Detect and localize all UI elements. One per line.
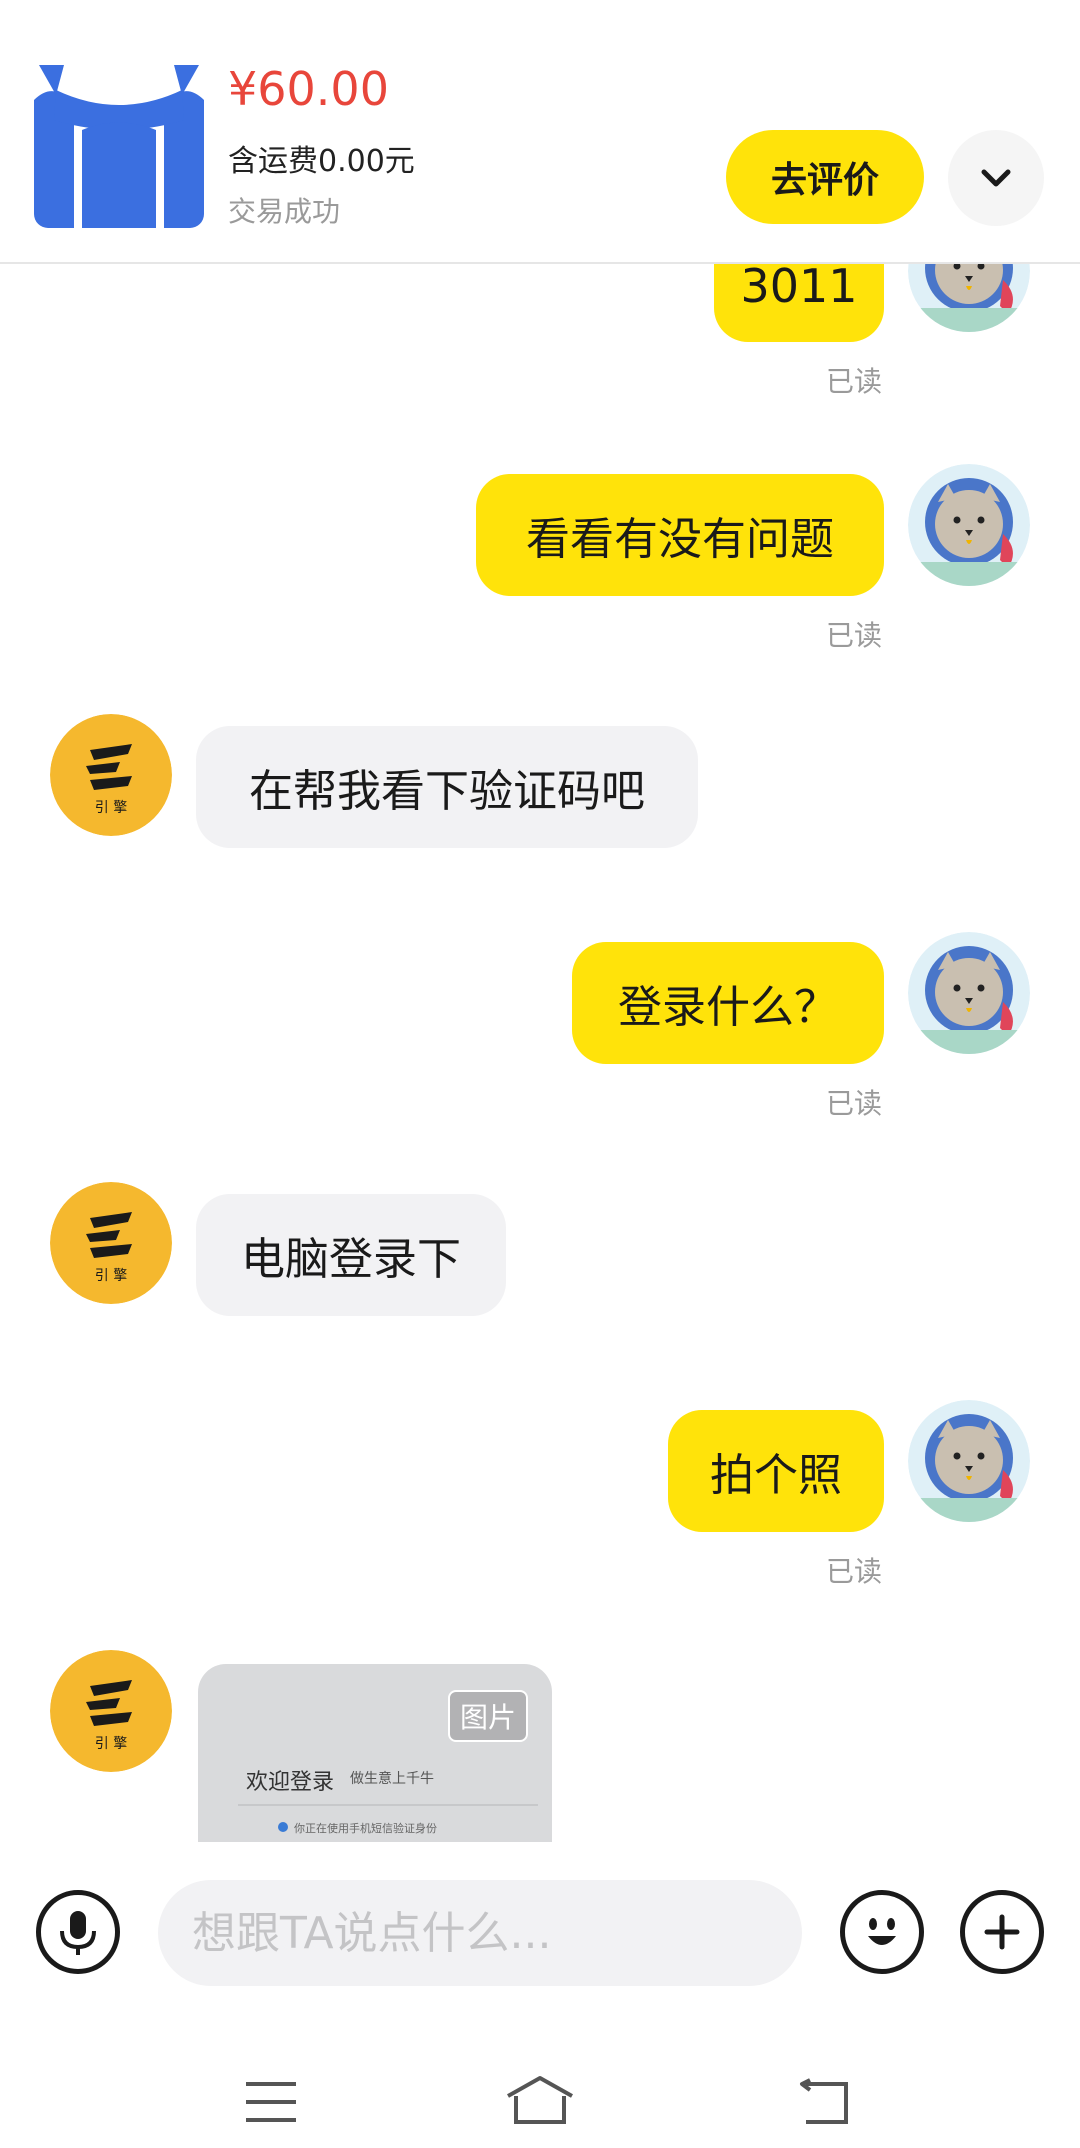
review-button[interactable]: 去评价: [726, 130, 924, 224]
product-thumbnail[interactable]: [34, 60, 204, 228]
read-receipt: 已读: [826, 619, 883, 652]
seller-avatar[interactable]: 引 擎: [50, 714, 172, 836]
read-receipt: 已读: [826, 1087, 883, 1120]
emoji-button[interactable]: [840, 1890, 924, 1974]
order-price: ¥60.00: [228, 62, 389, 116]
image-login-subtitle: 做生意上千牛: [350, 1771, 434, 1787]
message-bubble-outgoing[interactable]: 拍个照: [668, 1410, 884, 1532]
system-nav-bar: [0, 2022, 1080, 2148]
image-tag: 图片: [447, 1690, 528, 1742]
emoji-icon: [868, 1918, 896, 1945]
info-icon: [278, 1822, 288, 1832]
chevron-down-icon: [981, 169, 1011, 187]
image-login-tip: 你正在使用手机短信验证身份: [294, 1822, 437, 1835]
home-icon[interactable]: [504, 2074, 576, 2126]
seller-avatar[interactable]: 引 擎: [50, 1182, 172, 1304]
read-receipt: 已读: [826, 1555, 883, 1588]
order-status: 交易成功: [228, 195, 341, 228]
svg-text:引 擎: 引 擎: [95, 1736, 127, 1752]
message-bubble-incoming[interactable]: 电脑登录下: [196, 1194, 506, 1316]
my-avatar[interactable]: [908, 464, 1030, 586]
read-receipt: 已读: [826, 365, 883, 398]
message-bubble-incoming[interactable]: 在帮我看下验证码吧: [196, 726, 698, 848]
message-input[interactable]: [158, 1880, 802, 1986]
back-icon[interactable]: [796, 2078, 850, 2126]
image-divider: [238, 1804, 538, 1806]
seller-avatar[interactable]: 引 擎: [50, 1650, 172, 1772]
more-button[interactable]: [960, 1890, 1044, 1974]
message-bubble-outgoing[interactable]: 登录什么？: [572, 942, 884, 1064]
svg-text:引 擎: 引 擎: [95, 800, 127, 816]
image-login-title: 欢迎登录: [246, 1770, 335, 1795]
my-avatar[interactable]: [908, 1400, 1030, 1522]
my-avatar[interactable]: [908, 932, 1030, 1054]
voice-button[interactable]: [36, 1890, 120, 1974]
order-header: ¥60.00 含运费0.00元 交易成功 去评价: [0, 0, 1080, 264]
svg-text:引 擎: 引 擎: [95, 1268, 127, 1284]
plus-icon: [984, 1914, 1020, 1950]
message-bubble-outgoing[interactable]: 看看有没有问题: [476, 474, 884, 596]
menu-icon[interactable]: [244, 2080, 298, 2124]
shipping-fee: 含运费0.00元: [228, 144, 415, 179]
expand-button[interactable]: [948, 130, 1044, 226]
microphone-icon: [60, 1911, 96, 1955]
